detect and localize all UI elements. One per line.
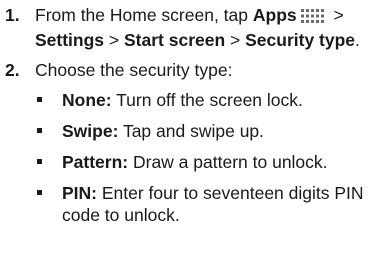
option-name: Pattern:: [62, 152, 129, 172]
option-name: Swipe:: [62, 121, 119, 141]
instruction-document: 1. From the Home screen, tap Apps > Sett…: [0, 0, 385, 253]
security-options-list: None: Turn off the screen lock. Swipe: T…: [35, 89, 380, 235]
separator: >: [104, 30, 124, 50]
option-desc: Tap and swipe up.: [118, 121, 265, 141]
list-item-swipe: Swipe: Tap and swipe up.: [35, 120, 380, 142]
list-item-pin: PIN: Enter four to seventeen digits PIN …: [35, 182, 380, 226]
step-number: 1.: [5, 5, 20, 25]
square-bullet-icon: [37, 97, 42, 102]
apps-grid-icon: [300, 7, 326, 29]
separator: >: [328, 5, 344, 25]
list-item-none: None: Turn off the screen lock.: [35, 89, 380, 111]
square-bullet-icon: [37, 190, 42, 195]
security-type-label: Security type: [245, 30, 356, 50]
step-number: 2.: [5, 60, 20, 80]
option-name: None:: [62, 90, 112, 110]
step-text: Choose the security type:: [35, 60, 233, 80]
step-1: 1. From the Home screen, tap Apps > Sett…: [5, 4, 377, 51]
start-screen-label: Start screen: [124, 30, 226, 50]
square-bullet-icon: [37, 128, 42, 133]
separator: >: [225, 30, 246, 50]
list-item-pattern: Pattern: Draw a pattern to unlock.: [35, 151, 380, 173]
option-desc: Draw a pattern to unlock.: [128, 152, 328, 172]
option-desc: Turn off the screen lock.: [111, 90, 303, 110]
apps-label: Apps: [252, 5, 297, 25]
step-text: From the Home screen, tap Apps > Setting…: [35, 4, 377, 51]
step-2: 2. Choose the security type:: [5, 59, 377, 81]
step-end: .: [355, 30, 360, 50]
settings-label: Settings: [35, 30, 105, 50]
option-name: PIN:: [62, 183, 97, 203]
option-desc: Enter four to seventeen digits PIN code …: [62, 183, 364, 225]
square-bullet-icon: [37, 159, 42, 164]
step-intro: From the Home screen, tap: [35, 5, 253, 25]
